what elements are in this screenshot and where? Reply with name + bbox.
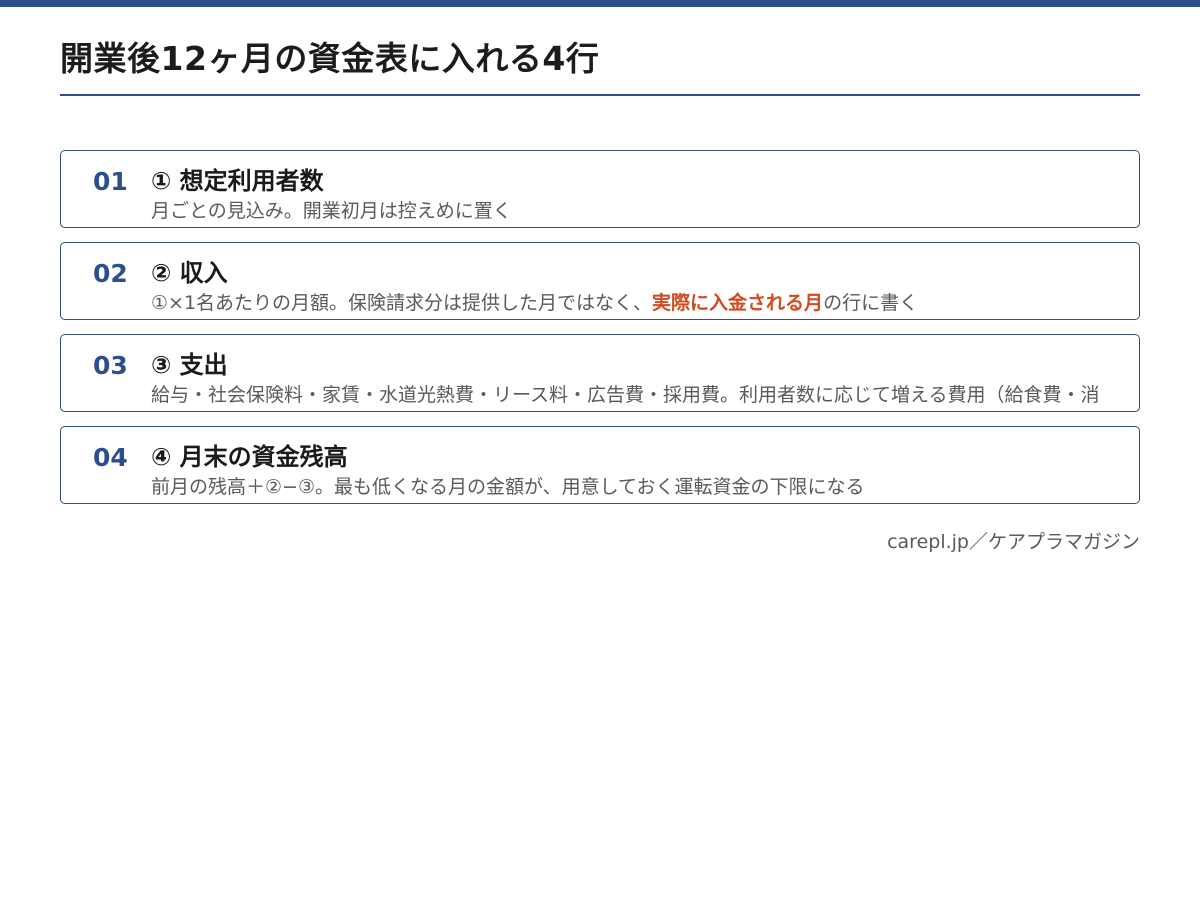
row-detail-text: ①×1名あたりの月額。保険請求分は提供した月ではなく、: [151, 292, 653, 314]
row-card-04: 04 ④ 月末の資金残高 前月の残高＋②−③。最も低くなる月の金額が、用意してお…: [60, 426, 1140, 504]
row-card-02: 02 ② 収入 ①×1名あたりの月額。保険請求分は提供した月ではなく、実際に入金…: [60, 242, 1140, 320]
row-heading: ③ 支出: [151, 351, 228, 379]
row-heading: ② 収入: [151, 259, 228, 287]
row-detail: 月ごとの見込み。開業初月は控えめに置く: [151, 200, 512, 222]
row-detail: 前月の残高＋②−③。最も低くなる月の金額が、用意しておく運転資金の下限になる: [151, 476, 865, 498]
row-number: 04: [93, 443, 128, 472]
row-number: 01: [93, 167, 128, 196]
row-number: 03: [93, 351, 128, 380]
source-credit: carepl.jp／ケアプラマガジン: [887, 531, 1140, 553]
row-detail-highlight: 実際に入金される月: [652, 292, 824, 314]
row-detail-text-end: の行に書く: [823, 292, 919, 314]
row-heading: ① 想定利用者数: [151, 167, 324, 195]
row-number: 02: [93, 259, 128, 288]
row-card-03: 03 ③ 支出 給与・社会保険料・家賃・水道光熱費・リース料・広告費・採用費。利…: [60, 334, 1140, 412]
row-heading: ④ 月末の資金残高: [151, 443, 348, 471]
row-card-01: 01 ① 想定利用者数 月ごとの見込み。開業初月は控えめに置く: [60, 150, 1140, 228]
row-detail: ①×1名あたりの月額。保険請求分は提供した月ではなく、実際に入金される月の行に書…: [151, 291, 918, 315]
row-detail: 給与・社会保険料・家賃・水道光熱費・リース料・広告費・採用費。利用者数に応じて増…: [151, 384, 1100, 406]
cash-table-row-list: 01 ① 想定利用者数 月ごとの見込み。開業初月は控えめに置く 02 ② 収入 …: [60, 150, 1140, 518]
title-divider: [60, 94, 1140, 96]
top-accent-bar: [0, 0, 1200, 7]
page-title: 開業後12ヶ月の資金表に入れる4行: [60, 39, 600, 78]
